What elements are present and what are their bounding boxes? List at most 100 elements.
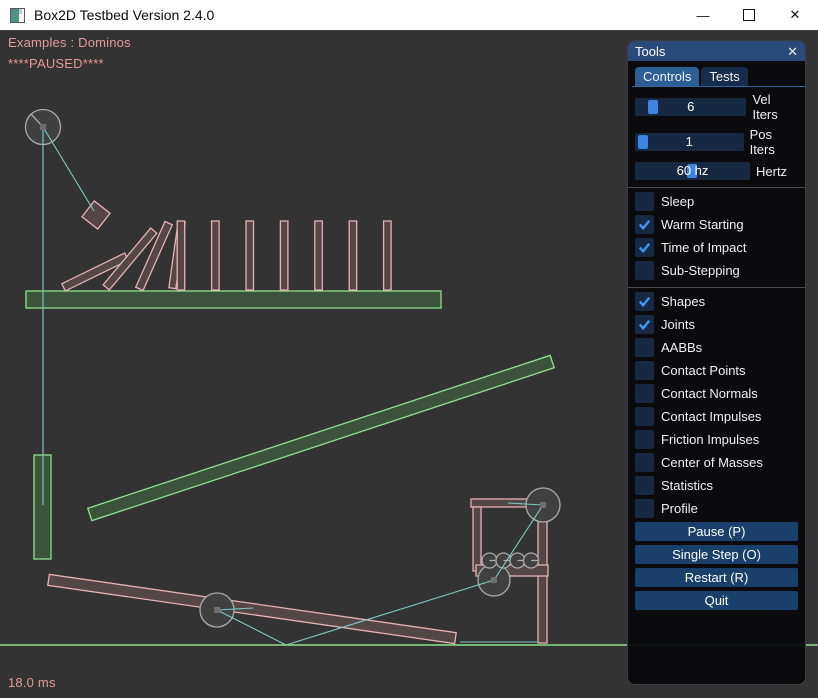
checkbox-sub-stepping[interactable]: Sub-Stepping — [635, 261, 798, 280]
maximize-button[interactable] — [726, 0, 772, 30]
checkbox-label: Profile — [661, 501, 698, 516]
example-label: Examples : Dominos — [8, 35, 131, 50]
checkbox-label: Contact Points — [661, 363, 746, 378]
domino — [349, 221, 357, 290]
tab-underline — [632, 86, 805, 87]
slider-value: 6 — [635, 98, 746, 116]
app-window: Box2D Testbed Version 2.4.0 — ✕ — [0, 0, 818, 698]
checkbox-box — [635, 453, 654, 472]
checkbox-box — [635, 238, 654, 257]
checkbox-label: Friction Impulses — [661, 432, 759, 447]
slider-label: Vel Iters — [752, 92, 798, 122]
checkbox-label: Warm Starting — [661, 217, 744, 232]
checkbox-box — [635, 361, 654, 380]
seesaw-plank — [48, 574, 456, 643]
checkbox-sleep[interactable]: Sleep — [635, 192, 798, 211]
checkbox-shapes[interactable]: Shapes — [635, 292, 798, 311]
checkbox-box — [635, 407, 654, 426]
checkbox-statistics[interactable]: Statistics — [635, 476, 798, 495]
checkbox-joints[interactable]: Joints — [635, 315, 798, 334]
titlebar[interactable]: Box2D Testbed Version 2.4.0 — ✕ — [0, 0, 818, 31]
checkbox-friction-impulses[interactable]: Friction Impulses — [635, 430, 798, 449]
domino — [384, 221, 392, 290]
checkbox-label: Joints — [661, 317, 695, 332]
checkbox-contact-points[interactable]: Contact Points — [635, 361, 798, 380]
checkbox-warm-starting[interactable]: Warm Starting — [635, 215, 798, 234]
checkbox-label: Sleep — [661, 194, 694, 209]
tools-panel: Tools ✕ Controls Tests 6 Vel Iters — [627, 40, 806, 685]
checkbox-label: Statistics — [661, 478, 713, 493]
checkbox-box — [635, 476, 654, 495]
paused-label: ****PAUSED**** — [8, 56, 104, 71]
domino — [246, 221, 254, 290]
checkbox-profile[interactable]: Profile — [635, 499, 798, 518]
window-title: Box2D Testbed Version 2.4.0 — [34, 7, 214, 23]
app-icon — [10, 8, 25, 23]
checkbox-contact-impulses[interactable]: Contact Impulses — [635, 407, 798, 426]
checkbox-label: Shapes — [661, 294, 705, 309]
checkbox-box — [635, 215, 654, 234]
vel-iters-row: 6 Vel Iters — [635, 92, 798, 122]
window-controls: — ✕ — [680, 0, 818, 30]
tab-controls[interactable]: Controls — [635, 67, 699, 86]
slider-label: Hertz — [756, 164, 787, 179]
maximize-icon — [743, 9, 755, 21]
pos-iters-row: 1 Pos Iters — [635, 127, 798, 157]
frame-left-post — [473, 507, 481, 571]
tabbar: Controls Tests — [635, 67, 798, 86]
pause-button[interactable]: Pause (P) — [635, 522, 798, 541]
checkbox-label: Center of Masses — [661, 455, 763, 470]
checkbox-label: Contact Impulses — [661, 409, 761, 424]
restart-button[interactable]: Restart (R) — [635, 568, 798, 587]
domino-platform — [26, 291, 441, 308]
checkbox-box — [635, 338, 654, 357]
checkbox-box — [635, 292, 654, 311]
single-step-button[interactable]: Single Step (O) — [635, 545, 798, 564]
minimize-button[interactable]: — — [680, 0, 726, 30]
long-diagonal-plank — [88, 355, 554, 520]
hanging-box — [82, 201, 110, 229]
tools-panel-body: Controls Tests 6 Vel Iters 1 P — [628, 67, 805, 610]
slider-value: 60 hz — [635, 162, 750, 180]
checkbox-box — [635, 261, 654, 280]
domino — [177, 221, 185, 290]
checkbox-box — [635, 315, 654, 334]
slider-value: 1 — [635, 133, 744, 151]
checkbox-label: AABBs — [661, 340, 702, 355]
checkbox-box — [635, 384, 654, 403]
panel-close-icon[interactable]: ✕ — [787, 45, 798, 58]
pos-iters-slider[interactable]: 1 — [635, 133, 744, 151]
physics-canvas[interactable]: Examples : Dominos ****PAUSED**** 18.0 m… — [0, 31, 818, 698]
checkbox-box — [635, 499, 654, 518]
separator — [628, 187, 805, 188]
tools-panel-titlebar[interactable]: Tools ✕ — [628, 41, 805, 61]
check-icon — [637, 294, 652, 309]
check-icon — [637, 317, 652, 332]
checkbox-label: Contact Normals — [661, 386, 758, 401]
quit-button[interactable]: Quit — [635, 591, 798, 610]
domino — [280, 221, 288, 290]
check-icon — [637, 217, 652, 232]
vel-iters-slider[interactable]: 6 — [635, 98, 746, 116]
domino — [315, 221, 323, 290]
checkbox-box — [635, 192, 654, 211]
hertz-row: 60 hz Hertz — [635, 162, 798, 180]
checkbox-contact-normals[interactable]: Contact Normals — [635, 384, 798, 403]
tools-panel-title: Tools — [635, 44, 665, 59]
hertz-slider[interactable]: 60 hz — [635, 162, 750, 180]
checkbox-center-of-masses[interactable]: Center of Masses — [635, 453, 798, 472]
frame-time-label: 18.0 ms — [8, 675, 56, 690]
checkbox-label: Sub-Stepping — [661, 263, 740, 278]
checkbox-label: Time of Impact — [661, 240, 746, 255]
tab-tests[interactable]: Tests — [701, 67, 747, 86]
joint-anchors — [40, 124, 546, 613]
slider-label: Pos Iters — [750, 127, 798, 157]
checkbox-time-of-impact[interactable]: Time of Impact — [635, 238, 798, 257]
domino — [212, 221, 220, 290]
checkbox-aabbs[interactable]: AABBs — [635, 338, 798, 357]
separator — [628, 287, 805, 288]
checkbox-box — [635, 430, 654, 449]
dynamic-shapes — [48, 201, 549, 644]
close-button[interactable]: ✕ — [772, 0, 818, 30]
check-icon — [637, 240, 652, 255]
